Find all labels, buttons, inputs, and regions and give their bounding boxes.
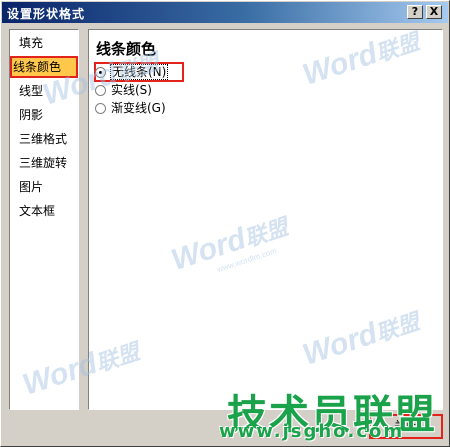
sidebar-item-3d-format[interactable]: 三维格式 xyxy=(19,130,67,148)
sidebar-item-picture[interactable]: 图片 xyxy=(19,178,43,196)
sidebar-item-fill[interactable]: 填充 xyxy=(19,34,43,52)
window-title: 设置形状格式 xyxy=(7,7,86,21)
radio-gradient-line[interactable]: 渐变线(G) xyxy=(95,100,166,116)
title-bar[interactable]: 设置形状格式 ? X xyxy=(2,2,448,23)
site-url: www.jsgho.com xyxy=(219,421,405,442)
sidebar-item-3d-rotation[interactable]: 三维旋转 xyxy=(19,154,67,172)
radio-label-no-line: 无线条(N) xyxy=(109,64,169,80)
radio-no-line[interactable]: 无线条(N) xyxy=(95,64,169,80)
radio-button-checked-icon[interactable] xyxy=(95,67,106,78)
radio-button-icon[interactable] xyxy=(95,103,106,114)
help-button[interactable]: ? xyxy=(407,5,423,19)
radio-button-icon[interactable] xyxy=(95,85,106,96)
category-list: 填充 线条颜色 线型 阴影 三维格式 三维旋转 图片 文本框 xyxy=(9,29,79,410)
options-panel: 线条颜色 无线条(N) 实线(S) 渐变线(G) xyxy=(88,29,443,410)
close-icon[interactable]: X xyxy=(426,5,442,19)
sidebar-item-shadow[interactable]: 阴影 xyxy=(19,106,43,124)
sidebar-item-line-style[interactable]: 线型 xyxy=(19,82,43,100)
panel-title: 线条颜色 xyxy=(96,40,157,58)
sidebar-item-line-color[interactable]: 线条颜色 xyxy=(10,56,78,78)
format-shape-dialog: 设置形状格式 ? X 填充 线条颜色 线型 阴影 三维格式 三维旋转 图片 文本… xyxy=(0,0,450,447)
radio-solid-line[interactable]: 实线(S) xyxy=(95,82,152,98)
radio-label-solid-line: 实线(S) xyxy=(111,83,152,97)
radio-label-gradient-line: 渐变线(G) xyxy=(111,101,166,115)
sidebar-item-text-box[interactable]: 文本框 xyxy=(19,202,55,220)
